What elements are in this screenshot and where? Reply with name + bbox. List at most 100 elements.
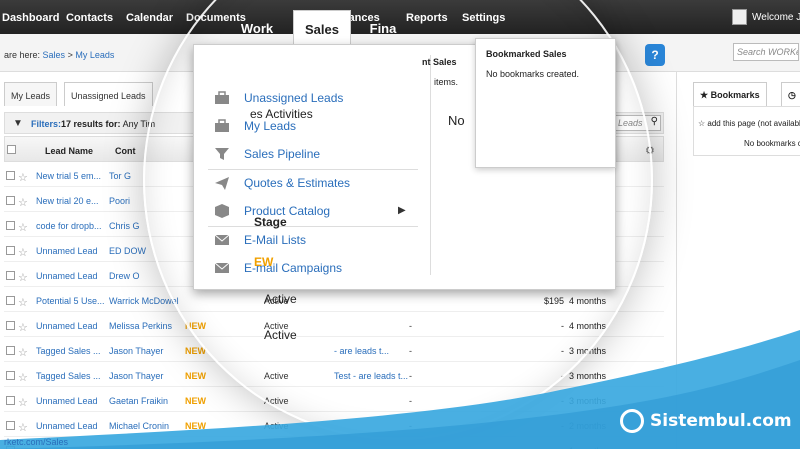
menu-item-label: My Leads [244, 119, 297, 133]
star-icon[interactable]: ☆ [18, 296, 28, 309]
stage-badge: NEW [185, 421, 206, 431]
menu-divider [430, 55, 431, 275]
tab-history[interactable]: ◷ [781, 82, 800, 106]
contact-link[interactable]: Poori [109, 196, 130, 206]
lead-name-link[interactable]: Tagged Sales ... [36, 371, 101, 381]
col-contact[interactable]: Cont [115, 146, 136, 156]
contact-link[interactable]: Gaetan Fraikin [109, 396, 168, 406]
contact-link[interactable]: Jason Thayer [109, 371, 163, 381]
lead-name-link[interactable]: New trial 5 em... [36, 171, 101, 181]
search-icon[interactable]: ⚲ [651, 116, 658, 127]
row-checkbox[interactable] [6, 396, 15, 405]
row-checkbox[interactable] [6, 296, 15, 305]
lead-name-link[interactable]: Unnamed Lead [36, 321, 98, 331]
menu-item-product-catalog[interactable]: Product Catalog ▶ [208, 200, 418, 224]
row-checkbox[interactable] [6, 421, 15, 430]
tab-unassigned-leads[interactable]: Unassigned Leads [64, 82, 153, 106]
lead-name-link[interactable]: Unnamed Lead [36, 271, 98, 281]
table-row[interactable]: ☆ Unnamed Lead Melissa Perkins NEW Active - -4… [4, 313, 664, 337]
row-checkbox[interactable] [6, 271, 15, 280]
table-row[interactable]: ☆ Potential 5 Use... Warrick McDowel Active… [4, 288, 664, 312]
contact-link[interactable]: Michael Cronin [109, 421, 169, 431]
nav-calendar[interactable]: Calendar [126, 12, 173, 24]
star-icon[interactable]: ☆ [18, 196, 28, 209]
lead-name-link[interactable]: code for dropb... [36, 221, 102, 231]
menu-item-my-leads[interactable]: My Leads [208, 115, 418, 139]
row-checkbox[interactable] [6, 346, 15, 355]
nav-contacts[interactable]: Contacts [66, 12, 113, 24]
right-panel: ★ Bookmarks ◷ ☆ add this page (not avail… [676, 72, 800, 449]
star-icon[interactable]: ☆ [18, 271, 28, 284]
table-row[interactable]: ☆-1 month [4, 438, 664, 449]
filter-icon[interactable]: ▼ [13, 118, 23, 129]
contact-link[interactable]: Melissa Perkins [109, 321, 172, 331]
avatar[interactable] [732, 9, 747, 25]
menu-item-quotes-estimates[interactable]: Quotes & Estimates [208, 172, 418, 196]
row-checkbox[interactable] [6, 246, 15, 255]
age-value: 2 months [569, 421, 607, 431]
star-icon[interactable]: ☆ [18, 371, 28, 384]
star-icon[interactable]: ☆ [18, 421, 28, 434]
row-checkbox[interactable] [6, 171, 15, 180]
menu-item-unassigned-leads[interactable]: Unassigned Leads [208, 87, 418, 111]
status-text: Active [264, 421, 289, 431]
filter-label[interactable]: Filters: [31, 119, 61, 129]
empty-cell: - [409, 346, 412, 356]
table-row[interactable]: ☆ Unnamed Lead Michael Cronin NEW Active - -2 … [4, 413, 664, 437]
activity-link[interactable]: - are leads t... [334, 346, 389, 356]
table-row[interactable]: ☆ Unnamed Lead Gaetan Fraikin NEW Active - -3 … [4, 388, 664, 412]
recent-sales-title: nt Sales [422, 57, 457, 67]
star-icon[interactable]: ☆ [18, 171, 28, 184]
row-checkbox[interactable] [6, 196, 15, 205]
breadcrumb-prefix: are here: [4, 50, 41, 60]
welcome-text[interactable]: Welcome Ja [752, 12, 800, 23]
help-button[interactable]: ? [645, 44, 665, 66]
contact-link[interactable]: ED DOW [109, 246, 146, 256]
contact-link[interactable]: Chris G [109, 221, 140, 231]
menu-tab-sales[interactable]: Sales [293, 10, 351, 44]
star-icon[interactable]: ☆ [18, 321, 28, 334]
star-icon[interactable]: ☆ [18, 246, 28, 259]
star-icon[interactable]: ☆ [18, 396, 28, 409]
filter-range[interactable]: Any Tim [123, 119, 156, 129]
briefcase-icon [214, 90, 230, 106]
search-input[interactable]: Search WORKete [733, 43, 799, 61]
menu-tab-finances[interactable]: Fina [363, 10, 403, 44]
contact-link[interactable]: Warrick McDowel [109, 296, 179, 306]
lead-name-link[interactable]: Unnamed Lead [36, 396, 98, 406]
lead-name-link[interactable]: Tagged Sales ... [36, 346, 101, 356]
nav-dashboard[interactable]: Dashboard [2, 12, 59, 24]
no-bookmarks-text: No bookmarks cre [744, 139, 800, 148]
menu-item-e-mail-campaigns[interactable]: E-mail Campaigns [208, 257, 418, 281]
activity-link[interactable]: Test - are leads t... [334, 371, 408, 381]
contact-link[interactable]: Drew O [109, 271, 140, 281]
breadcrumb-sales-link[interactable]: Sales [43, 50, 66, 60]
footer-url[interactable]: rketc.com/Sales [4, 437, 68, 447]
lead-name-link[interactable]: New trial 20 e... [36, 196, 99, 206]
star-icon[interactable]: ☆ [18, 221, 28, 234]
lead-name-link[interactable]: Unnamed Lead [36, 246, 98, 256]
breadcrumb-current[interactable]: My Leads [75, 50, 114, 60]
add-page-bookmark[interactable]: ☆ add this page (not available [698, 119, 800, 128]
tab-my-leads[interactable]: My Leads [4, 82, 58, 106]
star-icon[interactable]: ☆ [18, 346, 28, 359]
lead-name-link[interactable]: Unnamed Lead [36, 421, 98, 431]
table-row[interactable]: ☆ Tagged Sales ... Jason Thayer NEW Active Te… [4, 363, 664, 387]
menu-item-e-mail-lists[interactable]: E-Mail Lists [208, 229, 418, 253]
contact-link[interactable]: Jason Thayer [109, 346, 163, 356]
tab-bookmarks[interactable]: ★ Bookmarks [693, 82, 767, 106]
row-checkbox[interactable] [6, 321, 15, 330]
amount-value: - [561, 421, 564, 431]
menu-item-sales-pipeline[interactable]: Sales Pipeline [208, 143, 418, 167]
empty-cell: - [409, 396, 412, 406]
col-lead-name[interactable]: Lead Name [45, 146, 93, 156]
table-row[interactable]: ☆ Tagged Sales ... Jason Thayer NEW - are le… [4, 338, 664, 362]
gear-icon[interactable]: ⚙ [645, 144, 655, 157]
lead-name-link[interactable]: Potential 5 Use... [36, 296, 105, 306]
leads-search-input[interactable]: Leads ⚲ [611, 115, 661, 131]
select-all-checkbox[interactable] [7, 145, 16, 154]
menu-tab-work[interactable]: Work [229, 10, 285, 44]
row-checkbox[interactable] [6, 371, 15, 380]
row-checkbox[interactable] [6, 221, 15, 230]
contact-link[interactable]: Tor G [109, 171, 131, 181]
